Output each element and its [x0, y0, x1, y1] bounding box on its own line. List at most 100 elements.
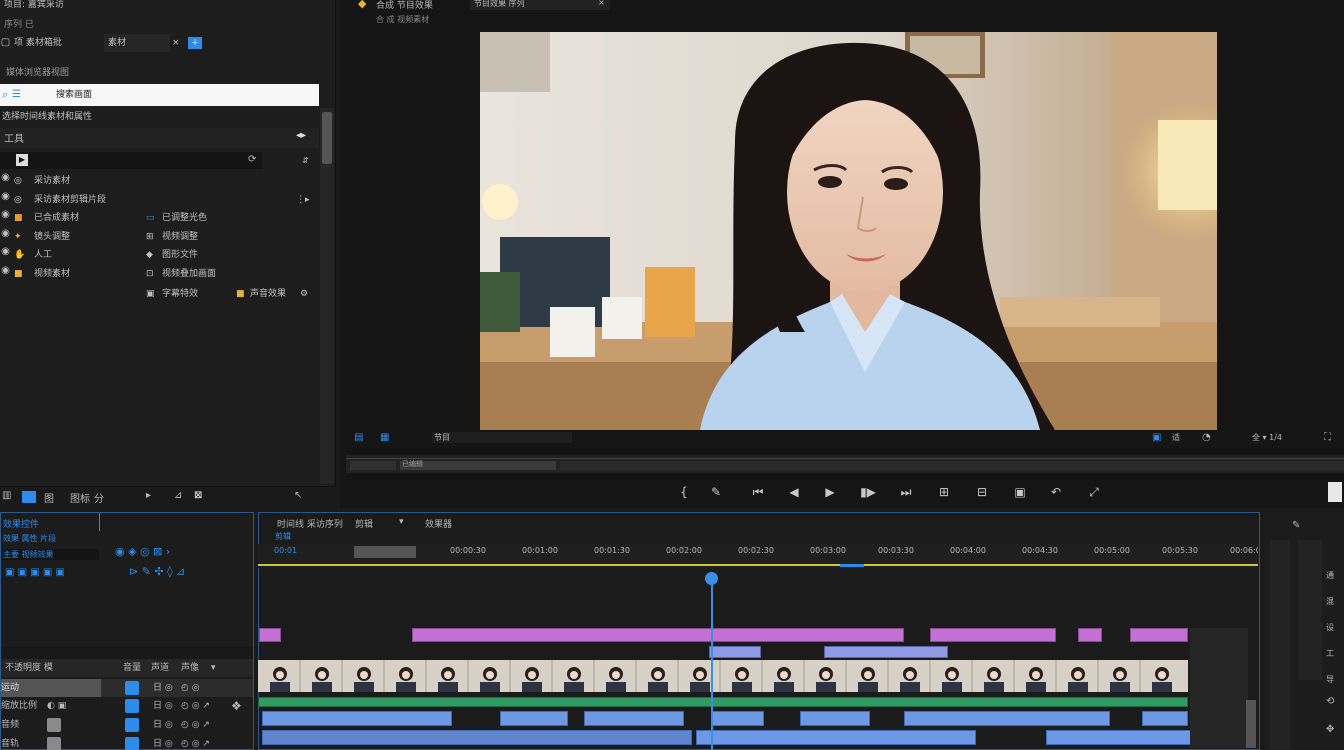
play-small-icon[interactable]: ▸ — [146, 490, 151, 501]
track-lock-icon[interactable]: ◴ ◎ ↗ — [181, 716, 210, 734]
track-lock-icon[interactable]: ◴ ◎ — [181, 679, 200, 697]
playhead-line[interactable] — [711, 578, 713, 750]
clip-pink[interactable] — [930, 628, 1056, 642]
hand-tool-icon[interactable]: ✥ — [1326, 724, 1334, 735]
project-scrollbar[interactable] — [320, 108, 334, 484]
pen-icon[interactable]: ✎ — [1292, 520, 1300, 531]
tool-label[interactable]: 混 — [1326, 596, 1334, 607]
track-toggle[interactable] — [125, 737, 139, 750]
clip-blue[interactable] — [262, 730, 692, 745]
monitor-right-0[interactable]: 适 — [1172, 432, 1180, 443]
undo-button[interactable]: ↶ — [1048, 484, 1064, 500]
eye-icon[interactable]: ◉ — [0, 228, 11, 239]
fx-tool-icons[interactable]: ◉ ◈ ◎ ⊠ › — [115, 545, 170, 558]
eye-icon[interactable]: ◉ — [0, 209, 11, 220]
icon-mode-icon[interactable] — [22, 491, 36, 503]
track-lock-icon[interactable]: ◴ ◎ ↗ — [181, 697, 210, 715]
eye-icon[interactable]: ◉ — [0, 172, 11, 183]
list-item[interactable]: ◉ ◎ 采访素材剪辑片段 ⋮▸ — [0, 191, 319, 209]
insert-button[interactable]: ⊞ — [936, 484, 952, 500]
clip-blue[interactable] — [584, 711, 684, 726]
track-row[interactable]: 音轨 日 ◎ ◴ ◎ ↗ — [1, 735, 253, 750]
clip-blue[interactable] — [1142, 711, 1188, 726]
footer-item[interactable]: 图标 — [70, 490, 90, 505]
clip-pink[interactable] — [1130, 628, 1188, 642]
track-row[interactable]: 缩放比例 ◐ ▣ 日 ◎ ◴ ◎ ↗ ❖ — [1, 697, 253, 715]
timeline-ruler[interactable]: 00:01 00:00:30 00:01:00 00:01:30 00:02:0… — [258, 544, 1258, 568]
video-frame[interactable] — [480, 32, 1217, 430]
monitor-timecode[interactable]: 节目 — [432, 432, 572, 443]
tool-label[interactable]: 通 — [1326, 570, 1334, 581]
fullscreen-icon[interactable]: ⛶ — [1324, 432, 1331, 443]
tool-label[interactable]: 工 — [1326, 648, 1334, 659]
timeline-title[interactable]: 时间线 采访序列 — [277, 517, 343, 530]
settings-icon[interactable]: ⚙ — [300, 285, 308, 303]
fx-keyframe-icons[interactable]: ⊳ ✎ ✣ ◊ ⊿ — [129, 565, 185, 578]
track-lock-icon[interactable]: ◴ ◎ ↗ — [181, 735, 210, 750]
timeline-scrollbar[interactable] — [1246, 700, 1256, 748]
list-item[interactable]: ◉ ✦ 镜头调整 ⊞ 视频调整 — [0, 228, 319, 246]
path-bar[interactable]: ▶ ⟳ — [0, 152, 262, 169]
track-row[interactable]: 运动 日 ◎ ◴ ◎ — [1, 679, 253, 697]
step-back-button[interactable]: ◀ — [786, 484, 802, 500]
timeline-tab-2[interactable]: 剪辑 — [355, 517, 373, 530]
eye-icon[interactable]: ◉ — [0, 246, 11, 257]
clip-green[interactable] — [258, 697, 1188, 707]
arrow-icon[interactable]: ↖ — [294, 490, 302, 501]
clip-pink[interactable] — [259, 628, 281, 642]
list-mode-icon[interactable]: ▥ — [2, 490, 11, 501]
eye-icon[interactable]: ◉ — [0, 191, 11, 202]
fx-header[interactable]: 效果控件 — [3, 517, 39, 530]
expand-icon[interactable]: ◂▸ — [296, 130, 306, 141]
track-toggle[interactable] — [125, 681, 139, 695]
edit-button[interactable]: ✎ — [708, 484, 724, 500]
fit-icon[interactable]: ▤ — [354, 432, 363, 443]
monitor-right-2[interactable]: 全 ▾ 1/4 — [1252, 432, 1282, 443]
clip-lavender[interactable] — [709, 646, 761, 658]
footer-item[interactable]: 图 — [44, 490, 54, 505]
list-item[interactable]: ◉ ■ 视频素材 ⊡ 视频叠加画面 — [0, 265, 319, 283]
video-thumbnail-track[interactable] — [258, 660, 1188, 692]
work-area-bar[interactable] — [354, 546, 416, 558]
clip-blue[interactable] — [712, 711, 764, 726]
bin-field[interactable]: 素材 — [104, 34, 170, 52]
new-item-icon[interactable]: ＋ — [188, 37, 202, 49]
clip-pink[interactable] — [412, 628, 904, 642]
more-icon[interactable]: ⋮▸ — [296, 191, 310, 209]
close-icon[interactable]: × — [172, 34, 180, 52]
scroll-thumb[interactable] — [322, 112, 332, 164]
settings-blue-icon[interactable]: ▣ — [1152, 432, 1161, 443]
clip-lavender[interactable] — [824, 646, 948, 658]
track-row[interactable]: 音频 日 ◎ ◴ ◎ ↗ — [1, 716, 253, 734]
button-editor-icon[interactable] — [1328, 482, 1342, 502]
expand-button[interactable]: ⤢ — [1086, 484, 1102, 500]
chevron-down-icon[interactable]: ▾ — [399, 517, 404, 527]
export-frame-button[interactable]: ▣ — [1012, 484, 1028, 500]
monitor-ruler[interactable]: 已编辑 — [346, 455, 1344, 473]
clip-blue[interactable] — [500, 711, 568, 726]
list-item[interactable]: ◉ ◎ 采访素材 — [0, 172, 319, 190]
clip-blue[interactable] — [800, 711, 870, 726]
list-item[interactable]: ▣ 字幕特效 ■ 声音效果 ⚙ — [0, 285, 319, 303]
tool-label[interactable]: 设 — [1326, 622, 1334, 633]
effect-icons[interactable]: ▣ ▣ ▣ ▣ ▣ — [5, 567, 65, 578]
zoom-icon[interactable]: ⊿ — [174, 490, 182, 501]
go-to-out-button[interactable]: ⏭ — [898, 484, 914, 500]
go-to-in-button[interactable]: ⏮ — [750, 484, 766, 500]
list-item[interactable]: ◉ ✋ 人工 ◆ 图形文件 — [0, 246, 319, 264]
step-forward-button[interactable]: ▮▶ — [860, 484, 876, 500]
play-folder-icon[interactable]: ▶ — [16, 154, 28, 166]
playhead[interactable] — [705, 572, 718, 585]
track-toggle[interactable] — [125, 699, 139, 713]
mark-in-button[interactable]: { — [676, 484, 692, 500]
track-mute[interactable] — [47, 737, 61, 750]
footer-item[interactable]: 分 — [94, 490, 104, 505]
safe-margin-icon[interactable]: ▦ — [380, 432, 389, 443]
list-view-icon[interactable]: ☰ — [12, 84, 21, 106]
timeline-timecode[interactable]: 00:01 — [274, 546, 297, 555]
refresh-icon[interactable]: ⟳ — [248, 154, 256, 165]
clip-blue[interactable] — [904, 711, 1110, 726]
clip-blue[interactable] — [696, 730, 976, 745]
eye-icon[interactable]: ◉ — [0, 265, 11, 276]
tool-label[interactable]: 导 — [1326, 674, 1334, 685]
